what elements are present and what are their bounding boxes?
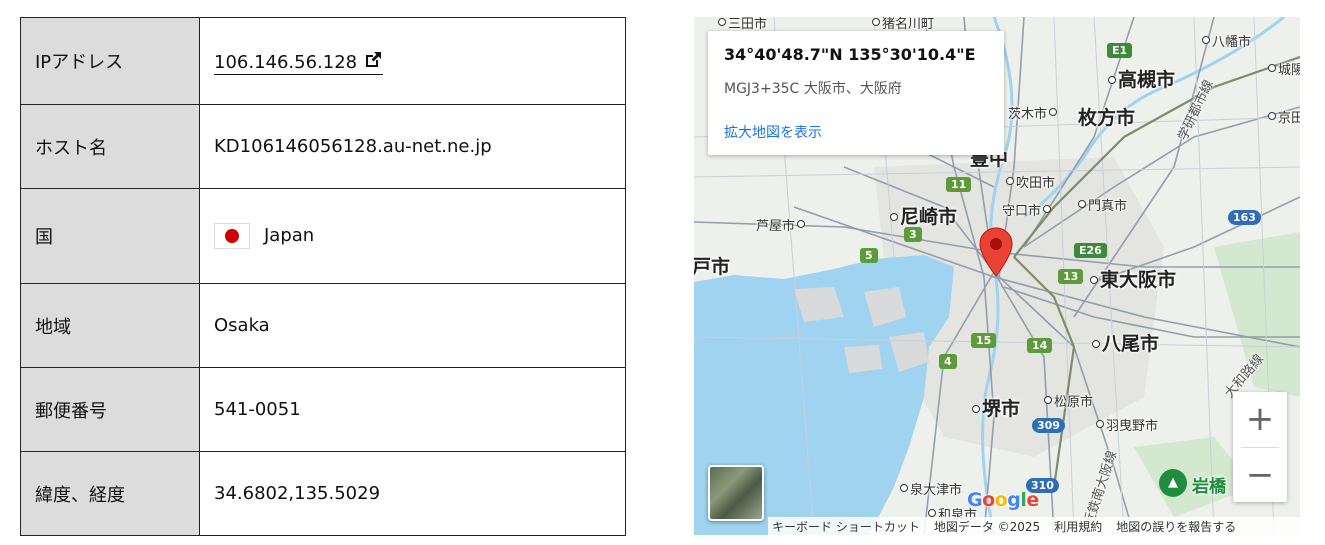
map-label-inagawa: 猪名川町 xyxy=(872,17,934,32)
table-row-latlng: 緯度、経度 34.6802,135.5029 xyxy=(20,451,626,536)
ip-info-table: IPアドレス 106.146.56.128 ホスト名 KD10614605612… xyxy=(20,17,626,536)
google-logo: Google xyxy=(967,489,1039,511)
latlng-value: 34.6802,135.5029 xyxy=(199,451,626,536)
location-pin-icon[interactable] xyxy=(979,227,1013,277)
postal-code-value: 541-0051 xyxy=(199,367,626,452)
map-label-ibaraki: 茨木市 xyxy=(1008,103,1059,122)
map-label-suita: 吹田市 xyxy=(1006,172,1055,191)
country-value-cell: Japan xyxy=(199,188,626,284)
map-label-higashiosaka: 東大阪市 xyxy=(1090,265,1176,292)
ip-address-link[interactable]: 106.146.56.128 xyxy=(214,51,384,75)
keyboard-shortcuts-link[interactable]: キーボード ショートカット xyxy=(772,518,920,535)
map-label-izumiotsu: 泉大津市 xyxy=(900,479,962,498)
satellite-layer-toggle[interactable] xyxy=(708,465,764,521)
region-value: Osaka xyxy=(199,283,626,368)
route-shield-e26: E26 xyxy=(1074,243,1107,258)
zoom-out-button[interactable]: − xyxy=(1233,448,1287,502)
map-label-kadoma: 門真市 xyxy=(1078,195,1127,214)
terms-link[interactable]: 利用規約 xyxy=(1054,518,1102,535)
view-larger-map-link[interactable]: 拡大地図を表示 xyxy=(724,122,822,142)
map-label-habikino: 羽曳野市 xyxy=(1096,415,1158,434)
route-shield-15: 15 xyxy=(971,333,997,348)
map-data-attribution: 地図データ ©2025 xyxy=(933,519,1041,534)
map-label-yawata: 八幡市 xyxy=(1202,31,1251,50)
external-link-icon xyxy=(366,51,382,67)
map-label-kobe: 戸市 xyxy=(694,256,731,278)
ip-address-text: 106.146.56.128 xyxy=(214,51,358,73)
route-shield-5: 5 xyxy=(860,248,878,263)
zoom-control: + − xyxy=(1233,392,1287,502)
table-row-postal: 郵便番号 541-0051 xyxy=(20,367,626,452)
zoom-in-button[interactable]: + xyxy=(1233,392,1287,446)
region-label: 地域 xyxy=(20,283,200,368)
ip-value-cell: 106.146.56.128 xyxy=(199,17,626,105)
map-label-takatsuki: 高槻市 xyxy=(1108,65,1175,92)
embedded-map[interactable]: 三田市 猪名川町 高槻市 八幡市 城陽 枚方市 茨木市 京田 豊中 吹田市 尼崎… xyxy=(694,17,1300,535)
table-row-ip: IPアドレス 106.146.56.128 xyxy=(20,17,626,105)
map-label-mita: 三田市 xyxy=(718,17,767,32)
map-card-coordinates: 34°40'48.7"N 135°30'10.4"E xyxy=(724,45,976,64)
hostname-value: KD106146056128.au-net.ne.jp xyxy=(199,104,626,189)
map-label-joyo: 城陽 xyxy=(1268,59,1300,78)
map-label-amagasaki: 尼崎市 xyxy=(890,202,957,229)
route-shield-4: 4 xyxy=(939,354,957,369)
latlng-label: 緯度、経度 xyxy=(20,451,200,536)
route-shield-163: 163 xyxy=(1228,210,1261,225)
report-error-link[interactable]: 地図の誤りを報告する xyxy=(1116,518,1236,535)
map-label-matsubara: 松原市 xyxy=(1044,391,1093,410)
map-card-address: MGJ3+35C 大阪市、大阪府 xyxy=(724,81,902,97)
route-shield-309: 309 xyxy=(1032,418,1065,433)
map-footer: キーボード ショートカット 地図データ ©2025 利用規約 地図の誤りを報告す… xyxy=(768,517,1300,535)
table-row-region: 地域 Osaka xyxy=(20,283,626,368)
ip-label: IPアドレス xyxy=(20,17,200,105)
park-label: 岩橋 xyxy=(1192,477,1226,497)
map-label-ashiya: 芦屋市 xyxy=(756,215,807,234)
route-shield-13: 13 xyxy=(1058,269,1084,284)
table-row-host: ホスト名 KD106146056128.au-net.ne.jp xyxy=(20,104,626,189)
route-shield-11: 11 xyxy=(946,177,972,192)
route-shield-14: 14 xyxy=(1027,338,1053,353)
japan-flag-icon xyxy=(214,223,250,249)
hostname-label: ホスト名 xyxy=(20,104,200,189)
postal-code-label: 郵便番号 xyxy=(20,367,200,452)
map-label-sakai: 堺市 xyxy=(972,394,1020,421)
route-shield-3: 3 xyxy=(904,227,922,242)
country-label: 国 xyxy=(20,188,200,284)
map-label-kyotanabe: 京田 xyxy=(1268,107,1300,126)
map-info-card: 34°40'48.7"N 135°30'10.4"E MGJ3+35C 大阪市、… xyxy=(708,31,1004,155)
map-label-hirakata: 枚方市 xyxy=(1078,107,1136,129)
map-label-moriguchi: 守口市 xyxy=(1002,200,1053,219)
map-label-yao: 八尾市 xyxy=(1092,329,1159,356)
country-value: Japan xyxy=(264,225,315,246)
table-row-country: 国 Japan xyxy=(20,188,626,284)
route-shield-e1: E1 xyxy=(1107,43,1133,58)
park-icon: ▲ xyxy=(1159,469,1187,497)
